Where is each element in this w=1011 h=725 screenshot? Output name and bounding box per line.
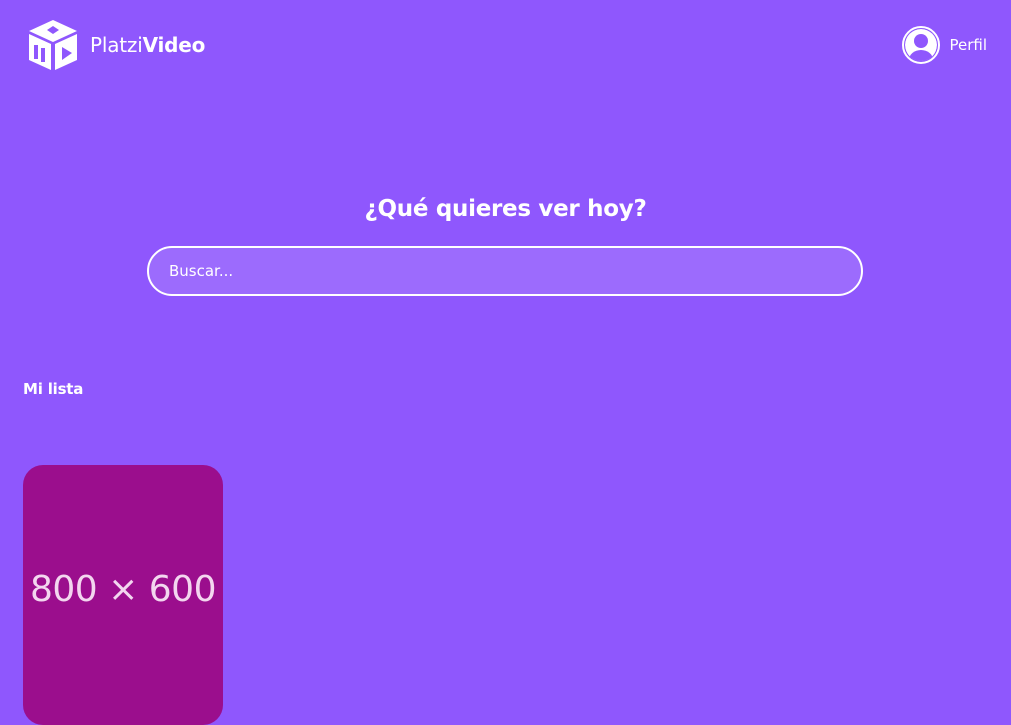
platzi-video-logo[interactable]: PlatziVideo [26,18,205,72]
search-input[interactable] [147,246,863,296]
header: PlatziVideo Perfil [0,0,1011,90]
logo-text: PlatziVideo [90,35,205,55]
profile-menu[interactable]: Perfil [902,26,987,64]
main-title: ¿Qué quieres ver hoy? [364,196,647,222]
logo-text-platzi: Platzi [90,33,143,57]
logo-text-video: Video [142,33,206,57]
carousel-item-image-placeholder: 800 × 600 [30,569,216,610]
section-title-mi-lista: Mi lista [23,380,84,398]
profile-label[interactable]: Perfil [949,36,987,54]
carousel-item[interactable]: 800 × 600 [23,465,223,725]
carousel-mi-lista: 800 × 600 [23,465,1011,725]
platzi-video-cube-icon [26,18,80,72]
user-avatar-icon[interactable] [902,26,941,64]
